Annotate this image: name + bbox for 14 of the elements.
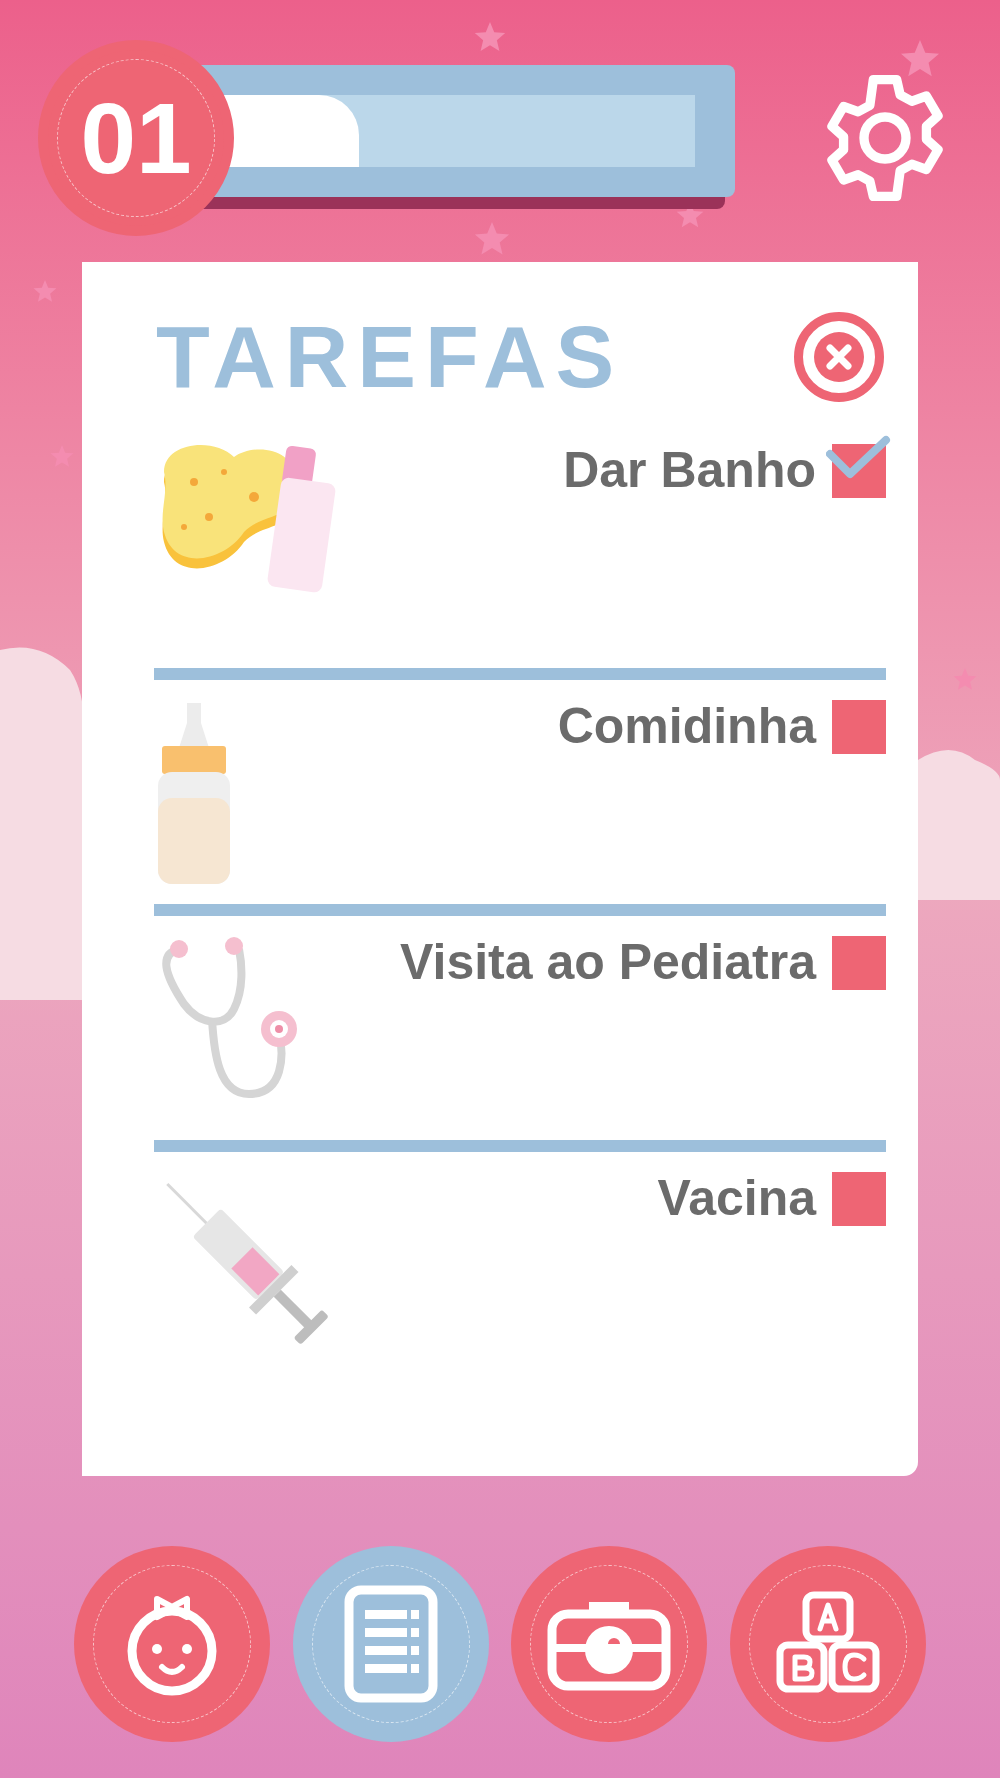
task-checkbox[interactable]	[832, 1172, 886, 1226]
task-label: Visita ao Pediatra	[400, 933, 816, 992]
close-button[interactable]	[794, 312, 884, 402]
star-icon	[901, 40, 939, 77]
level-badge: 01	[38, 40, 234, 236]
card-title: TAREFAS	[156, 313, 624, 401]
task-label: Dar Banho	[563, 441, 816, 500]
task-label: Comidinha	[557, 697, 816, 756]
task-checkbox[interactable]	[832, 936, 886, 990]
task-label: Vacina	[657, 1169, 816, 1228]
task-checkbox[interactable]	[832, 700, 886, 754]
close-icon	[814, 332, 864, 382]
star-icon	[474, 222, 510, 255]
star-icon	[474, 22, 506, 51]
